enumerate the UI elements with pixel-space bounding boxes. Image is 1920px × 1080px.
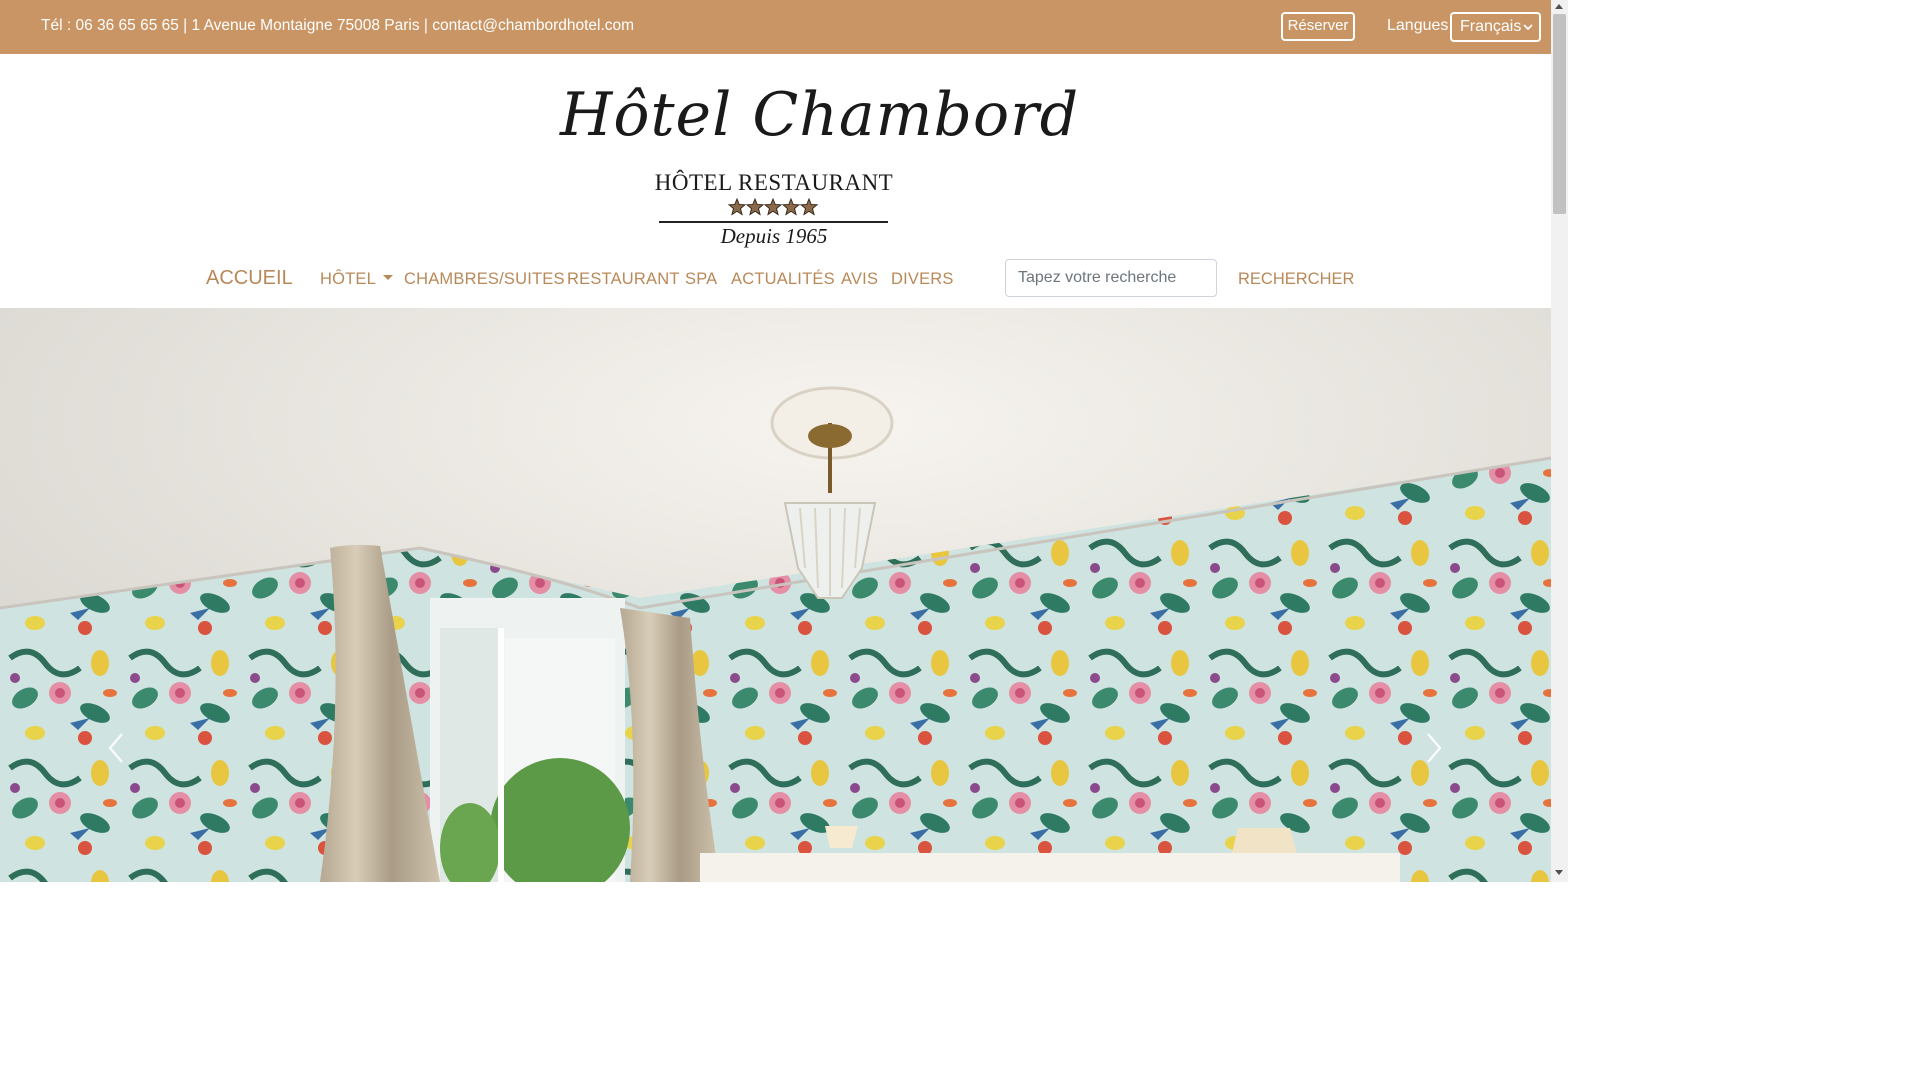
hotel-logo-script[interactable]: Hôtel Chambord	[560, 80, 1078, 150]
hero-room-image	[0, 308, 1551, 882]
nav-avis[interactable]: AVIS	[841, 270, 878, 289]
scroll-up-icon[interactable]	[1555, 4, 1563, 9]
nav-chambres-suites[interactable]: CHAMBRES/SUITES	[404, 270, 565, 289]
language-selected: Français	[1460, 18, 1522, 35]
chevron-right-icon[interactable]	[1422, 730, 1446, 766]
nav-hotel-label: HÔTEL	[320, 270, 377, 288]
languages-label: Langues	[1387, 17, 1449, 34]
contact-info: Tél : 06 36 65 65 65 | 1 Avenue Montaign…	[41, 17, 635, 34]
chevron-left-icon[interactable]	[104, 730, 128, 766]
nav-spa[interactable]: SPA	[685, 270, 717, 289]
logo-since: Depuis 1965	[720, 224, 828, 248]
five-stars-icon	[728, 198, 819, 216]
scroll-thumb[interactable]	[1553, 14, 1566, 214]
nav-restaurant[interactable]: RESTAURANT	[567, 270, 680, 289]
scroll-down-icon[interactable]	[1555, 870, 1563, 875]
search-input[interactable]	[1005, 259, 1217, 297]
language-select[interactable]: Français	[1450, 12, 1541, 42]
hero-carousel	[0, 308, 1551, 882]
logo-subtitle: HÔTEL RESTAURANT	[654, 170, 894, 195]
nav-actualites[interactable]: ACTUALITÉS	[731, 270, 835, 289]
nav-hotel-dropdown[interactable]: HÔTEL	[320, 270, 394, 289]
nav-divers[interactable]: DIVERS	[891, 270, 954, 289]
page-scrollbar[interactable]	[1551, 0, 1568, 882]
top-bar: Tél : 06 36 65 65 65 | 1 Avenue Montaign…	[0, 0, 1551, 54]
chevron-down-icon	[1523, 24, 1533, 31]
nav-accueil[interactable]: ACCUEIL	[206, 267, 293, 290]
logo-divider	[659, 221, 888, 223]
reserve-button[interactable]: Réserver	[1281, 12, 1355, 41]
caret-down-icon	[383, 275, 394, 281]
search-button[interactable]: RECHERCHER	[1238, 270, 1354, 289]
